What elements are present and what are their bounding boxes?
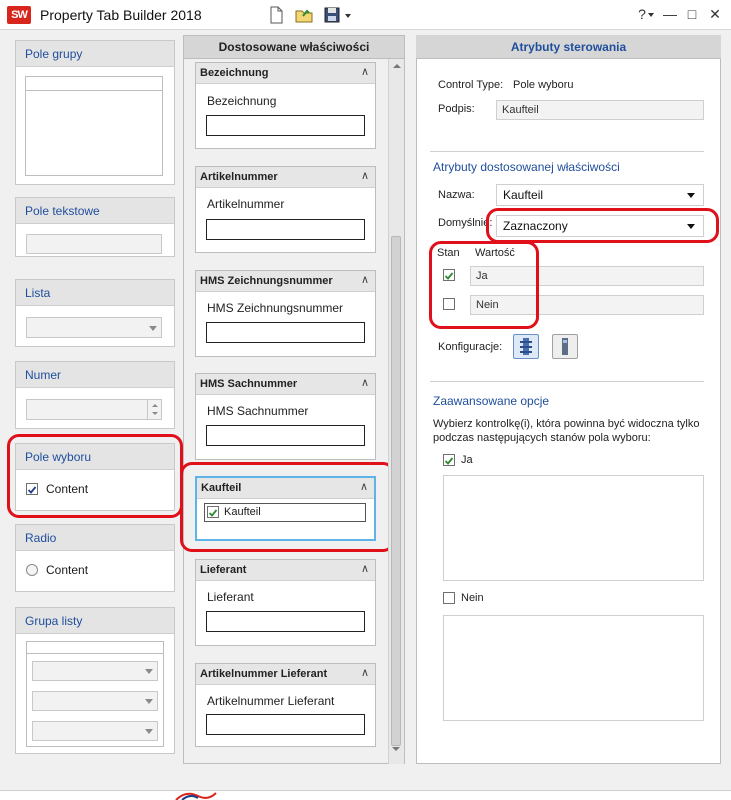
maximize-button[interactable]: □ <box>682 5 702 23</box>
custom-properties-header: Dostosowane właściwości <box>183 35 405 59</box>
card-text-input[interactable] <box>206 115 365 136</box>
solidworks-logo-icon: SW <box>7 6 31 24</box>
property-card-lieferant[interactable]: Lieferant ∧ Lieferant <box>195 559 376 646</box>
scroll-up-arrow-icon <box>393 64 401 68</box>
section-divider <box>430 151 704 152</box>
bottom-strip <box>0 790 731 800</box>
palette-radio[interactable]: Radio Content <box>15 524 175 592</box>
highlight-ring-kaufteil-card <box>180 462 395 552</box>
save-icon[interactable] <box>322 5 342 25</box>
palette-number-header: Numer <box>16 362 174 388</box>
property-card-hms-zeichnungsnummer[interactable]: HMS Zeichnungsnummer ∧ HMS Zeichnungsnumm… <box>195 270 376 357</box>
scroll-down-arrow-icon[interactable] <box>388 742 404 756</box>
property-card-hms-sachnummer[interactable]: HMS Sachnummer ∧ HMS Sachnummer <box>195 373 376 460</box>
advanced-options-heading: Zaawansowane opcje <box>433 394 550 408</box>
configurations-all-button[interactable] <box>513 334 539 359</box>
highlight-ring-checkbox-palette <box>7 434 183 518</box>
control-type-label: Control Type: <box>438 79 504 91</box>
advanced-options-description: Wybierz kontrolkę(i), która powinna być … <box>433 418 700 444</box>
configurations-specific-button[interactable] <box>552 334 578 359</box>
advanced-ja-controls-list[interactable] <box>443 475 704 581</box>
text-field-preview <box>26 234 162 254</box>
card-field-label: HMS Zeichnungsnummer <box>207 301 344 315</box>
chevron-down-icon <box>687 193 695 198</box>
section-divider <box>430 381 704 382</box>
spin-arrows-icon <box>152 404 158 415</box>
card-text-input[interactable] <box>206 425 365 446</box>
card-header: Artikelnummer Lieferant ∧ <box>196 664 375 685</box>
collapse-chevron-up-icon[interactable]: ∧ <box>361 666 369 679</box>
palette-list[interactable]: Lista <box>15 279 175 347</box>
highlight-ring-default-state <box>486 208 719 243</box>
default-label: Domyślnie: <box>438 217 493 229</box>
list-group-preview <box>26 641 164 747</box>
card-field-label: Artikelnummer Lieferant <box>207 694 335 708</box>
scrollbar-thumb[interactable] <box>391 236 401 746</box>
custom-property-attributes-heading: Atrybuty dostosowanej właściwości <box>433 160 620 174</box>
name-label: Nazwa: <box>438 189 475 201</box>
open-folder-icon[interactable] <box>294 5 314 25</box>
new-file-icon[interactable] <box>266 5 286 25</box>
radio-preview <box>26 564 38 576</box>
collapse-chevron-up-icon[interactable]: ∧ <box>361 169 369 182</box>
configuration-single-icon <box>562 338 568 355</box>
advanced-ja-label: Ja <box>461 454 473 466</box>
checkmark-icon <box>444 457 454 465</box>
configuration-list-icon <box>520 338 532 355</box>
help-dropdown-chevron-down-icon[interactable] <box>646 5 656 23</box>
collapse-chevron-up-icon[interactable]: ∧ <box>361 273 369 286</box>
card-field-label: Lieferant <box>207 590 254 604</box>
title-bar: SW Property Tab Builder 2018 ? — □ ✕ <box>0 0 731 30</box>
property-card-artikelnummer[interactable]: Artikelnummer ∧ Artikelnummer <box>195 166 376 253</box>
card-text-input[interactable] <box>206 714 365 735</box>
card-header: Bezeichnung ∧ <box>196 63 375 84</box>
palette-text-field[interactable]: Pole tekstowe <box>15 197 175 257</box>
configurations-label: Konfiguracje: <box>438 341 503 353</box>
advanced-ja-checkbox[interactable] <box>443 454 455 466</box>
advanced-nein-label: Nein <box>461 592 484 604</box>
caption-label: Podpis: <box>438 103 475 115</box>
radio-preview-label: Content <box>46 563 89 577</box>
card-field-label: Artikelnummer <box>207 197 285 211</box>
close-button[interactable]: ✕ <box>705 5 725 23</box>
highlight-ring-states <box>429 241 539 329</box>
card-header: Artikelnummer ∧ <box>196 167 375 188</box>
palette-group-box[interactable]: Pole grupy <box>15 40 175 185</box>
card-text-input[interactable] <box>206 219 365 240</box>
palette-group-box-header: Pole grupy <box>16 41 174 67</box>
caption-field[interactable]: Kaufteil <box>496 100 704 120</box>
collapse-chevron-up-icon[interactable]: ∧ <box>361 562 369 575</box>
palette-list-group-header: Grupa listy <box>16 608 174 634</box>
list-combo-preview <box>26 317 162 338</box>
control-attributes-header: Atrybuty sterowania <box>416 35 721 59</box>
collapse-chevron-up-icon[interactable]: ∧ <box>361 65 369 78</box>
palette-number[interactable]: Numer <box>15 361 175 429</box>
card-header: HMS Sachnummer ∧ <box>196 374 375 395</box>
card-header: HMS Zeichnungsnummer ∧ <box>196 271 375 292</box>
advanced-nein-controls-list[interactable] <box>443 615 704 721</box>
chevron-down-icon <box>149 325 157 331</box>
palette-list-header: Lista <box>16 280 174 306</box>
taskbar-app-icon <box>175 792 217 800</box>
palette-radio-header: Radio <box>16 525 174 551</box>
card-text-input[interactable] <box>206 611 365 632</box>
number-spinner-preview <box>26 399 162 420</box>
property-card-artikelnummer-lieferant[interactable]: Artikelnummer Lieferant ∧ Artikelnummer L… <box>195 663 376 747</box>
collapse-chevron-up-icon[interactable]: ∧ <box>361 376 369 389</box>
card-field-label: Bezeichnung <box>207 94 277 108</box>
window-title: Property Tab Builder 2018 <box>40 7 202 23</box>
palette-list-group[interactable]: Grupa listy <box>15 607 175 754</box>
property-card-bezeichnung[interactable]: Bezeichnung ∧ Bezeichnung <box>195 62 376 149</box>
save-dropdown-chevron-down-icon[interactable] <box>343 5 353 25</box>
card-field-label: HMS Sachnummer <box>207 404 309 418</box>
control-type-value: Pole wyboru <box>513 79 574 91</box>
card-text-input[interactable] <box>206 322 365 343</box>
minimize-button[interactable]: — <box>660 5 680 23</box>
card-header: Lieferant ∧ <box>196 560 375 581</box>
name-combobox[interactable]: Kaufteil <box>496 184 704 206</box>
group-box-preview <box>25 76 163 176</box>
name-combobox-value: Kaufteil <box>503 188 544 202</box>
palette-text-field-header: Pole tekstowe <box>16 198 174 224</box>
advanced-nein-checkbox[interactable] <box>443 592 455 604</box>
